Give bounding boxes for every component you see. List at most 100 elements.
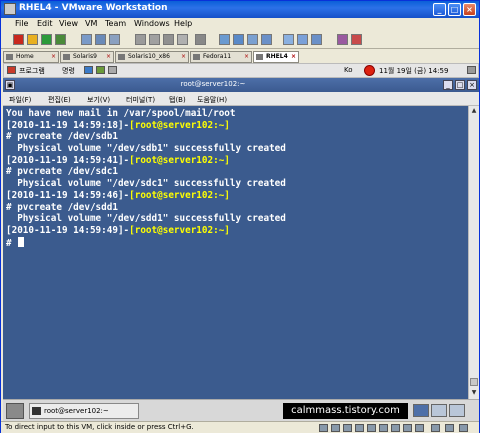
reset-icon[interactable] (55, 34, 66, 45)
view-thumbnail-icon[interactable] (247, 34, 258, 45)
console-view-icon[interactable] (163, 34, 174, 45)
maximize-button[interactable]: □ (448, 3, 461, 16)
usb-icon[interactable] (403, 424, 412, 432)
terminal-minimize-button[interactable]: _ (443, 80, 453, 90)
terminal-line: [2010-11-19 14:59:41]-[root@server102:~] (6, 155, 468, 167)
terminal-scrollbar[interactable]: ▲ ▼ (468, 106, 479, 399)
actions-menu[interactable]: 명령 (62, 66, 75, 76)
browser-icon[interactable] (84, 66, 93, 74)
power-on-icon[interactable] (41, 34, 52, 45)
input-method-indicator[interactable]: Ko (344, 66, 353, 74)
close-button[interactable]: × (463, 3, 476, 16)
tab-close-icon[interactable]: × (244, 52, 249, 62)
volume-icon[interactable] (467, 66, 476, 74)
message-icon[interactable] (431, 424, 440, 432)
fullscreen-icon[interactable] (195, 34, 206, 45)
workspace-3[interactable] (449, 404, 465, 417)
terminal-line: You have new mail in /var/spool/mail/roo… (6, 108, 468, 120)
taskbar-terminal-button[interactable]: root@server102:~ (29, 403, 139, 419)
tab-label: RHEL4 (266, 53, 288, 60)
terminal-titlebar[interactable]: ▣ root@server102:~ _ □ × (3, 78, 479, 92)
resize-grip-icon[interactable] (459, 424, 468, 432)
snapshot-icon[interactable] (81, 34, 92, 45)
summary-view-icon[interactable] (135, 34, 146, 45)
redhat-icon[interactable] (7, 66, 16, 74)
tab-home[interactable]: Home × (3, 51, 59, 63)
update-alert-icon[interactable] (364, 65, 375, 76)
vm-icon (63, 54, 70, 60)
menu-help[interactable]: Help (174, 19, 192, 28)
terminal-maximize-button[interactable]: □ (455, 80, 465, 90)
tab-label: Solaris10_x86 (128, 53, 170, 60)
terminal-title: root@server102:~ (180, 80, 246, 88)
terminal-menu-edit[interactable]: 편집(E) (48, 95, 71, 105)
unity-icon[interactable] (283, 34, 294, 45)
applications-menu[interactable]: 프로그램 (19, 66, 45, 76)
tab-fedora11[interactable]: Fedora11 × (190, 51, 252, 63)
minimize-button[interactable]: _ (433, 3, 446, 16)
menu-team[interactable]: Team (105, 19, 126, 28)
hdd4-icon[interactable] (355, 424, 364, 432)
view-tabs-icon[interactable] (233, 34, 244, 45)
appliance-view-icon[interactable] (149, 34, 160, 45)
tab-close-icon[interactable]: × (291, 52, 296, 62)
snapshot-manager-icon[interactable] (109, 34, 120, 45)
power-off-icon[interactable] (13, 34, 24, 45)
sound-icon[interactable] (415, 424, 424, 432)
terminal-menu-tabs[interactable]: 탭(B) (169, 95, 186, 105)
capture-icon[interactable] (311, 34, 322, 45)
tab-solaris10-x86[interactable]: Solaris10_x86 × (115, 51, 189, 63)
view-toolbar-icon[interactable] (261, 34, 272, 45)
menu-file[interactable]: File (15, 19, 28, 28)
floppy-icon[interactable] (379, 424, 388, 432)
hdd-icon[interactable] (319, 424, 328, 432)
menu-edit[interactable]: Edit (37, 19, 53, 28)
tab-close-icon[interactable]: × (51, 52, 56, 62)
scroll-up-icon[interactable]: ▲ (469, 106, 479, 116)
revert-snapshot-icon[interactable] (95, 34, 106, 45)
watermark-text: calmmass.tistory.com (283, 403, 408, 419)
terminal-launcher-icon[interactable] (108, 66, 117, 74)
terminal-close-button[interactable]: × (467, 80, 477, 90)
workspace-2[interactable] (431, 404, 447, 417)
quick-switch-icon[interactable] (177, 34, 188, 45)
clock[interactable]: 11월 19일 (금) 14:59 (379, 66, 448, 76)
terminal-menu-terminal[interactable]: 터미널(T) (126, 95, 155, 105)
tab-rhel4[interactable]: RHEL4 × (253, 51, 299, 63)
terminal-output[interactable]: You have new mail in /var/spool/mail/roo… (3, 106, 468, 399)
show-desktop-icon[interactable] (6, 403, 24, 419)
exit-unity-icon[interactable] (297, 34, 308, 45)
record-icon[interactable] (351, 34, 362, 45)
terminal-text: Physical volume "/dev/sdd1" successfully… (6, 213, 286, 225)
hdd3-icon[interactable] (343, 424, 352, 432)
suspend-icon[interactable] (27, 34, 38, 45)
view-sidebar-icon[interactable] (219, 34, 230, 45)
scroll-thumb[interactable] (470, 378, 478, 386)
window-titlebar[interactable]: RHEL4 - VMware Workstation _ □ × (1, 1, 479, 18)
network-icon[interactable] (391, 424, 400, 432)
terminal-line: [2010-11-19 14:59:46]-[root@server102:~] (6, 190, 468, 202)
menu-vm[interactable]: VM (85, 19, 97, 28)
email-icon[interactable] (96, 66, 105, 74)
tab-solaris9[interactable]: Solaris9 × (60, 51, 114, 63)
guest-panel: 프로그램 명령 Ko 11월 19일 (금) 14:59 (3, 63, 479, 78)
menu-view[interactable]: View (59, 19, 78, 28)
workspace-1[interactable] (413, 404, 429, 417)
hdd2-icon[interactable] (331, 424, 340, 432)
vmtools-icon[interactable] (445, 424, 454, 432)
team-icon[interactable] (337, 34, 348, 45)
tab-close-icon[interactable]: × (181, 52, 186, 62)
terminal-line: [2010-11-19 14:59:49]-[root@server102:~] (6, 225, 468, 237)
prompt-timestamp: [2010-11-19 14:59:41]- (6, 154, 130, 166)
terminal-menu-view[interactable]: 보기(V) (87, 95, 110, 105)
guest-taskbar: root@server102:~ calmmass.tistory.com (3, 399, 479, 421)
menu-windows[interactable]: Windows (134, 19, 170, 28)
terminal-menu-help[interactable]: 도움말(H) (197, 95, 227, 105)
prompt-timestamp: [2010-11-19 14:59:49]- (6, 224, 130, 236)
terminal-menu-file[interactable]: 파일(F) (9, 95, 31, 105)
tab-close-icon[interactable]: × (106, 52, 111, 62)
terminal-line: # pvcreate /dev/sdc1 (6, 166, 468, 178)
scroll-down-icon[interactable]: ▼ (469, 388, 479, 398)
cdrom-icon[interactable] (367, 424, 376, 432)
terminal-line: Physical volume "/dev/sdb1" successfully… (6, 143, 468, 155)
